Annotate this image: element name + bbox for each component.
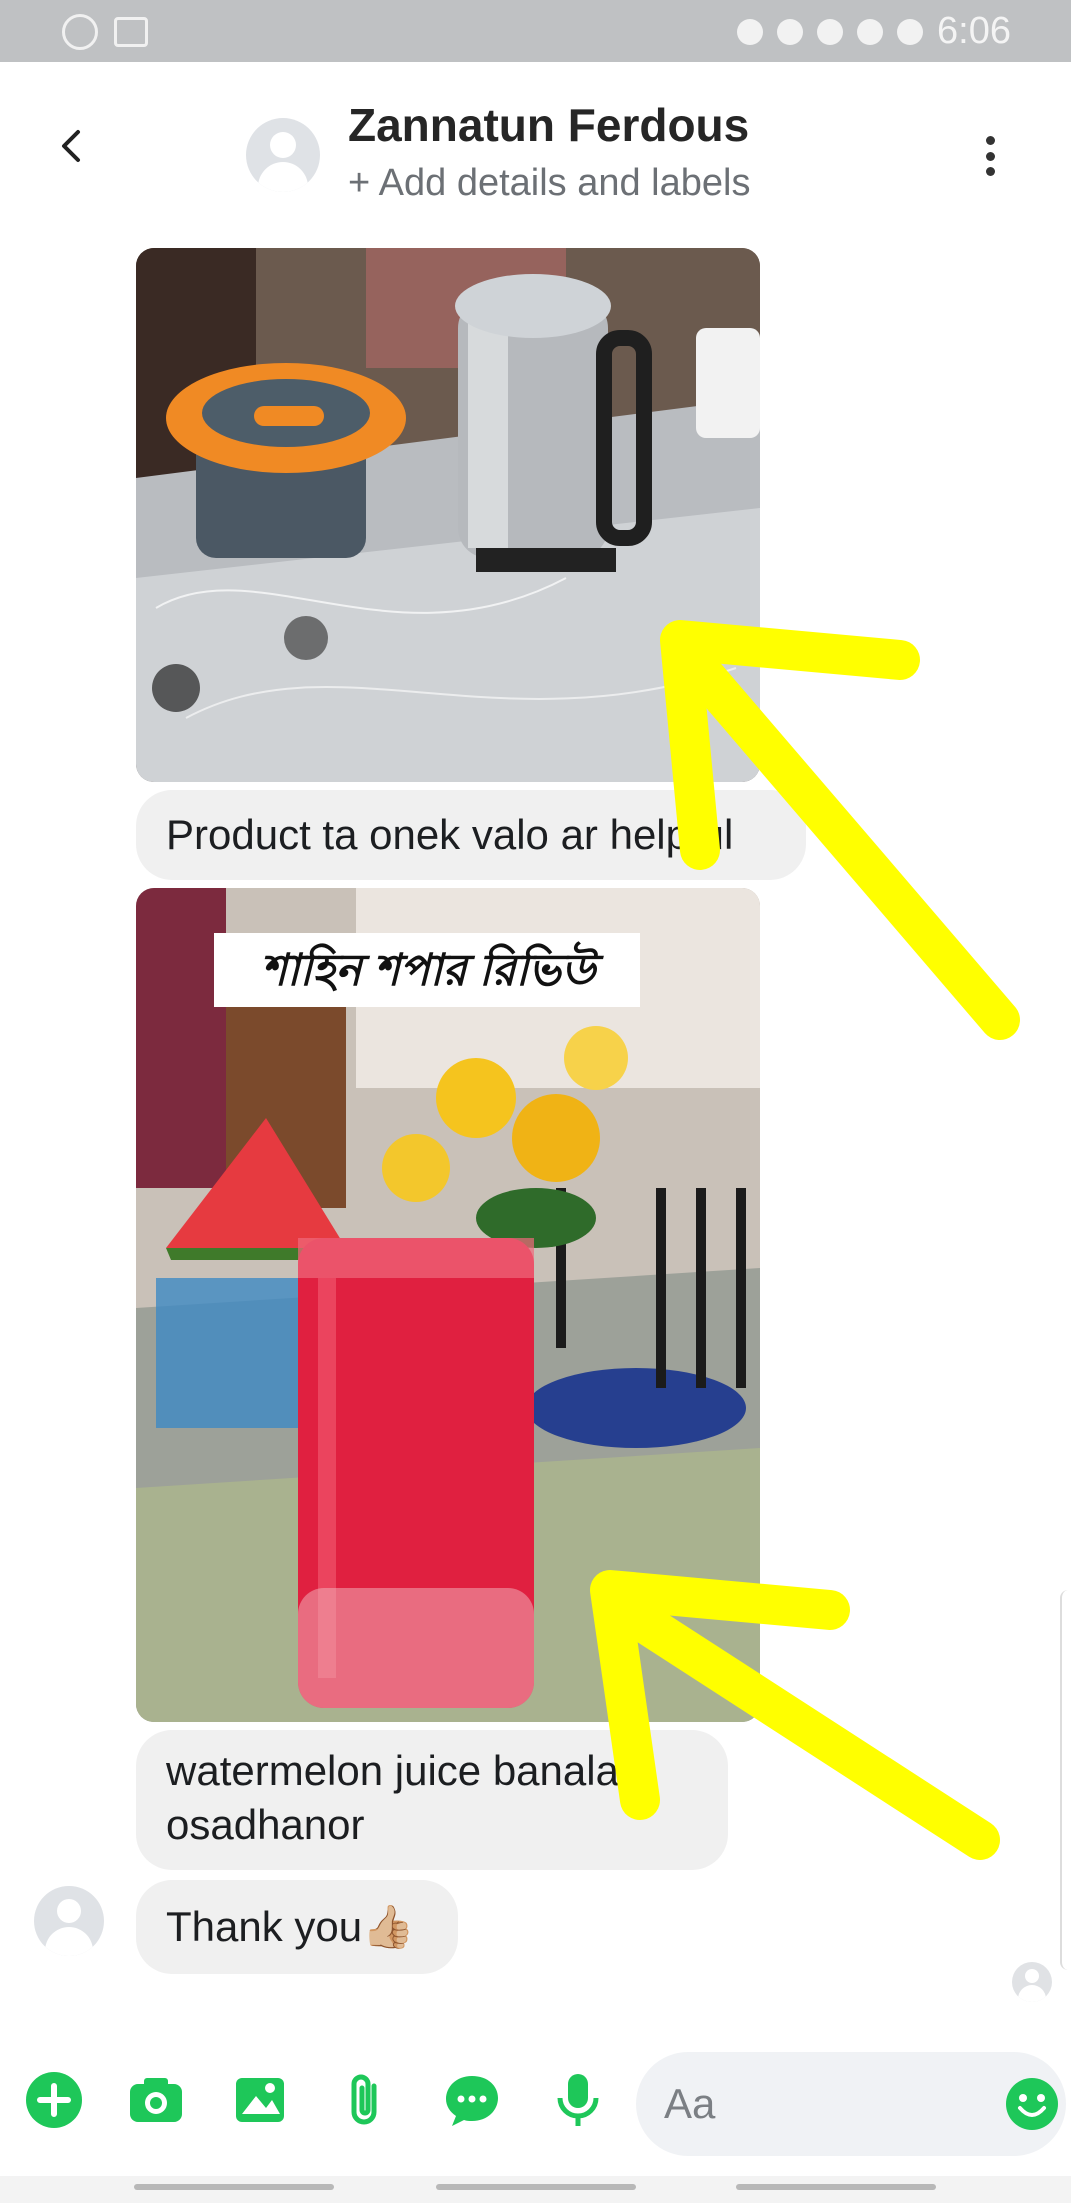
nav-recents[interactable] <box>134 2184 334 2190</box>
overlay-caption: শাহিন শপার রিভিউ <box>260 946 596 995</box>
nav-back[interactable] <box>736 2184 936 2190</box>
image-notification-icon <box>114 17 148 47</box>
back-arrow-icon[interactable] <box>54 128 90 164</box>
conversation-header: Zannatun Ferdous + Add details and label… <box>0 62 1071 242</box>
microphone-icon[interactable] <box>548 2070 608 2130</box>
camera-icon[interactable] <box>126 2070 186 2130</box>
plus-icon[interactable] <box>24 2070 84 2130</box>
message-photo-kettle[interactable] <box>136 248 760 782</box>
battery-icon <box>897 18 924 45</box>
message-bubble[interactable]: Product ta onek valo ar helpful <box>136 790 806 880</box>
status-bar: 6:06 <box>0 0 1071 62</box>
message-input[interactable]: Aa <box>636 2052 1066 2156</box>
add-details-link[interactable]: + Add details and labels <box>348 162 750 205</box>
nav-home[interactable] <box>436 2184 636 2190</box>
message-input-placeholder: Aa <box>664 2080 716 2127</box>
mute-icon <box>777 18 804 45</box>
scrollbar[interactable] <box>1060 1590 1071 1970</box>
contact-name[interactable]: Zannatun Ferdous <box>348 98 749 152</box>
more-vertical-icon[interactable] <box>984 136 996 176</box>
media-play-icon <box>62 14 98 50</box>
sender-avatar[interactable] <box>34 1886 104 1956</box>
message-line: watermelon juice banalam <box>166 1747 654 1794</box>
message-photo-juice[interactable]: শাহিন শপার রিভিউ <box>136 888 760 1722</box>
alarm-icon <box>737 18 764 45</box>
chat-bubble-icon[interactable] <box>442 2070 502 2130</box>
message-bubble[interactable]: watermelon juice banalam osadhanor <box>136 1730 728 1870</box>
system-nav-bar <box>0 2176 1071 2203</box>
message-bubble[interactable]: Thank you👍🏼 <box>136 1880 458 1974</box>
gallery-icon[interactable] <box>230 2070 290 2130</box>
attachment-icon[interactable] <box>336 2070 396 2130</box>
message-composer: Aa <box>0 2032 1071 2172</box>
seen-avatar <box>1012 1962 1052 2002</box>
signal-icon <box>857 18 884 45</box>
contact-avatar[interactable] <box>246 118 320 192</box>
message-line: osadhanor <box>166 1801 365 1848</box>
wifi-icon <box>817 18 844 45</box>
status-time: 6:06 <box>937 10 1011 52</box>
emoji-icon[interactable] <box>1004 2076 1060 2132</box>
